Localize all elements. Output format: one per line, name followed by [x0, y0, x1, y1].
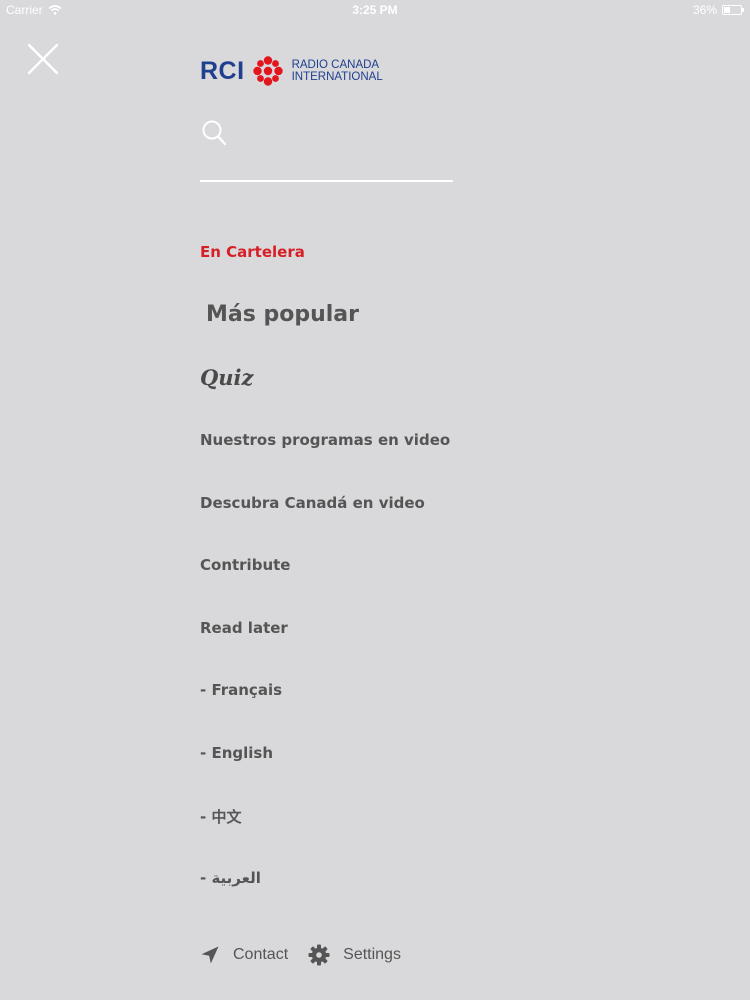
- search-input[interactable]: [232, 118, 456, 150]
- menu-item-francais[interactable]: - Français: [200, 681, 282, 699]
- logo-acronym: RCI: [200, 56, 245, 85]
- menu-item-descubra-canada[interactable]: Descubra Canadá en video: [200, 494, 425, 512]
- settings-link[interactable]: Settings: [308, 944, 401, 966]
- menu-item-quiz[interactable]: Quiz: [200, 365, 253, 390]
- menu-item-mas-popular[interactable]: Más popular: [206, 302, 359, 327]
- search-icon[interactable]: [201, 119, 227, 147]
- logo-wordmark: RADIO CANADA INTERNATIONAL: [292, 59, 383, 83]
- menu-item-chinese[interactable]: - 中文: [200, 806, 241, 827]
- rci-logo: RCI RADIO CANADA INTERNATIONAL: [200, 54, 383, 88]
- menu-item-english[interactable]: - English: [200, 744, 273, 762]
- gear-icon: [308, 944, 330, 966]
- contact-link[interactable]: Contact: [200, 945, 288, 965]
- settings-label: Settings: [343, 946, 401, 963]
- search-underline: [200, 180, 453, 182]
- cbc-gem-icon: [252, 56, 283, 86]
- logo-line-2: INTERNATIONAL: [291, 71, 383, 83]
- battery-indicator: 36%: [692, 3, 744, 17]
- contact-label: Contact: [233, 946, 289, 963]
- menu-item-en-cartelera[interactable]: En Cartelera: [200, 243, 305, 261]
- status-bar: Carrier 3:25 PM 36%: [0, 0, 750, 20]
- menu-item-nuestros-programas[interactable]: Nuestros programas en video: [200, 431, 450, 449]
- battery-percent: 36%: [692, 3, 717, 17]
- footer: Contact Settings: [200, 944, 401, 966]
- close-icon: [27, 43, 59, 75]
- logo-line-1: RADIO CANADA: [291, 59, 380, 71]
- menu-item-read-later[interactable]: Read later: [200, 619, 288, 637]
- close-button[interactable]: [26, 42, 60, 76]
- menu-item-arabic[interactable]: العربية -: [200, 869, 261, 887]
- send-icon: [201, 946, 219, 964]
- clock: 3:25 PM: [352, 3, 398, 17]
- menu-item-contribute[interactable]: Contribute: [200, 556, 290, 574]
- battery-icon: [722, 5, 744, 15]
